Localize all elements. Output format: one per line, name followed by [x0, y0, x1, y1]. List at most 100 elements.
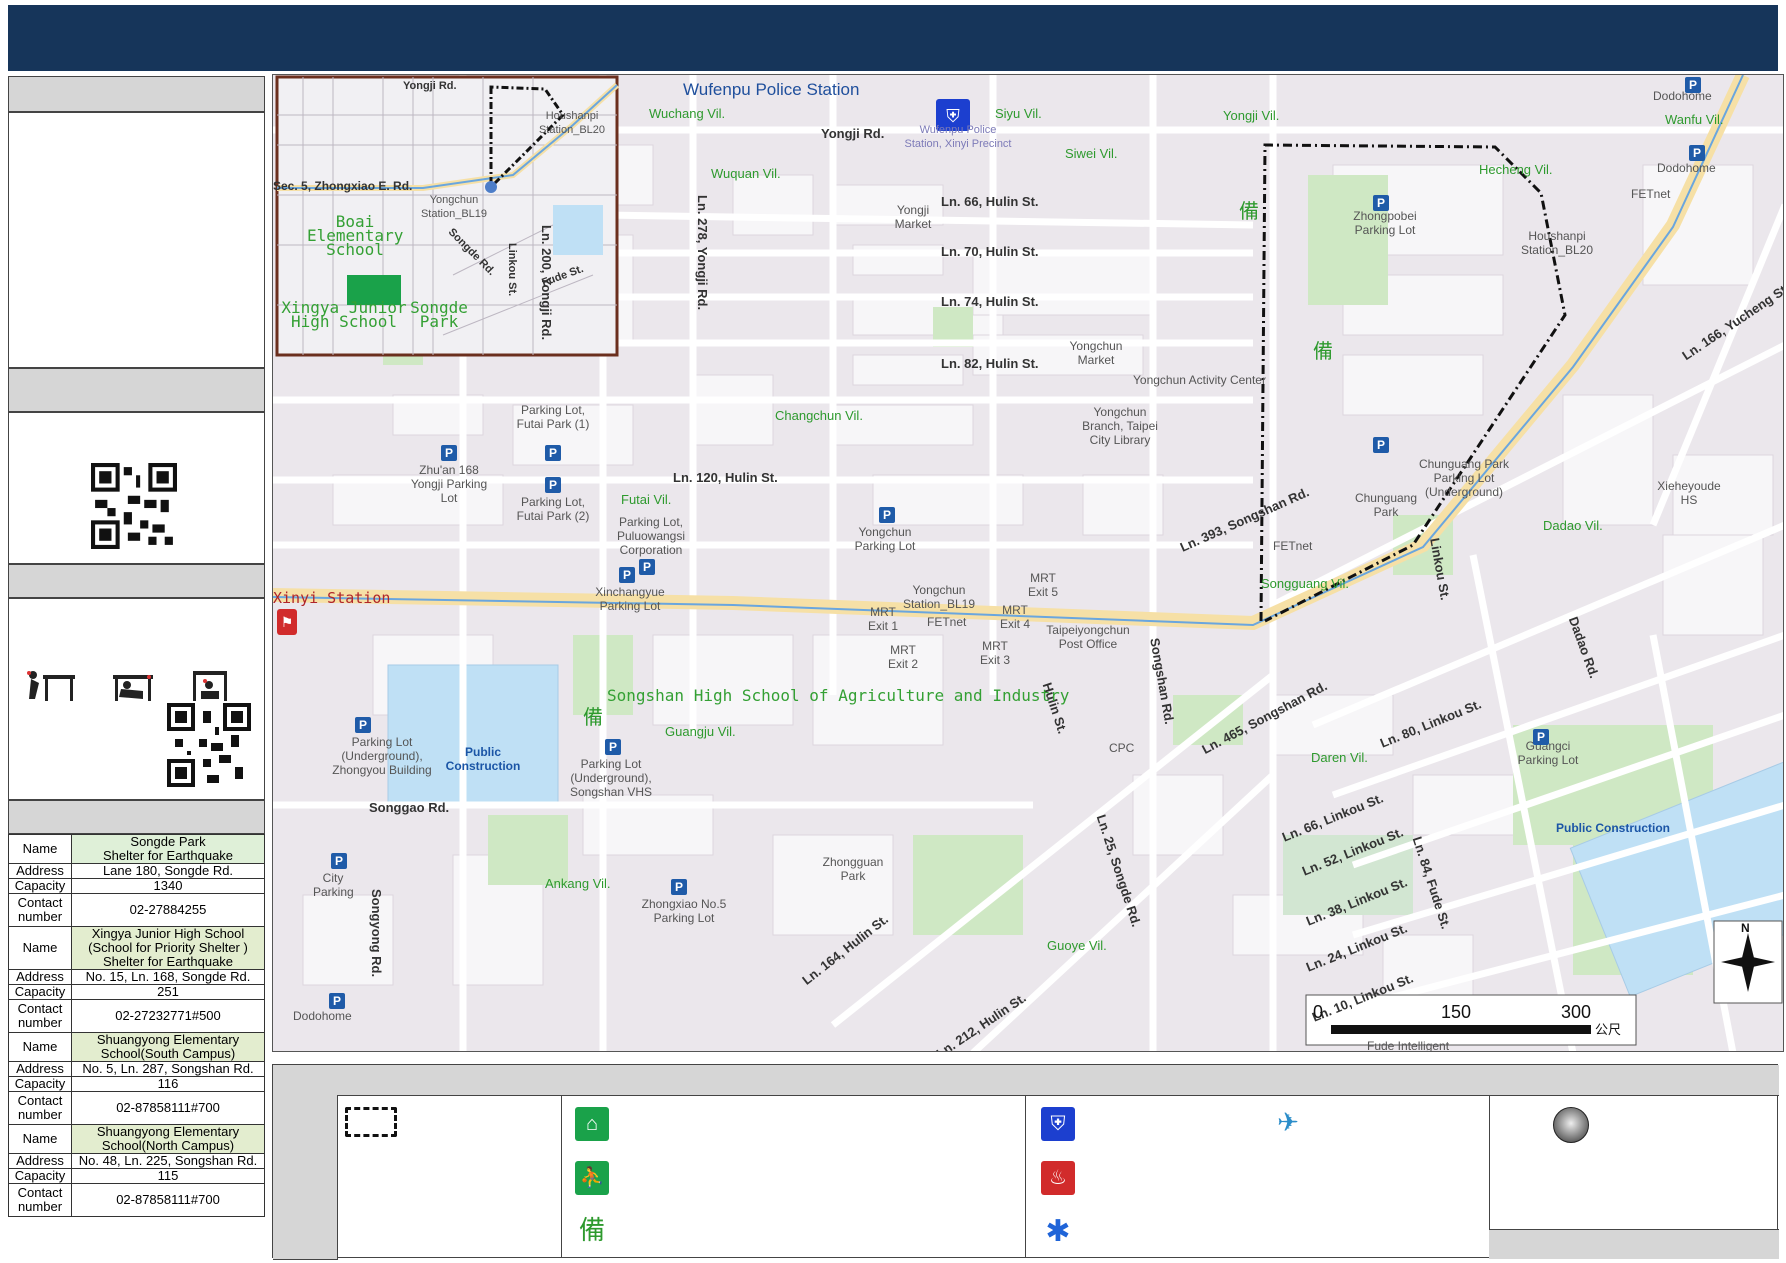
parking-icon[interactable]: P [1685, 77, 1701, 93]
helicopter-legend-icon: ✈ [1271, 1105, 1305, 1139]
panel-header-2 [8, 368, 265, 412]
parking-icon[interactable]: P [1689, 145, 1705, 161]
post-office-label: Taipeiyongchun Post Office [1046, 623, 1130, 651]
shelter-field-value: No. 48, Ln. 225, Songshan Rd. [71, 1153, 265, 1169]
fire-legend-icon: ♨ [1041, 1161, 1075, 1195]
shelter-field-value: No. 15, Ln. 168, Songde Rd. [71, 969, 265, 985]
evacuation-route-symbol [345, 1107, 397, 1137]
inset-songde-label: Songde Park [410, 298, 468, 331]
police-legend-icon: ⛨ [1041, 1107, 1075, 1141]
shelter-row: Capacity 115 [8, 1168, 265, 1184]
earthquake-safety-panel [8, 598, 265, 800]
inset-houshanpi-label: Houshanpi Station_BL20 [538, 110, 606, 136]
shelter-row: Name Shuangyong Elementary School(South C… [8, 1032, 265, 1062]
reserve-icon[interactable]: 備 [583, 708, 603, 728]
shelter-field-label: Contact number [8, 1091, 72, 1125]
inset-road-yongji: Yongji Rd. [403, 80, 457, 92]
shelter-field-label: Name [8, 1124, 72, 1154]
houshanpi-station-label: Houshanpi Station_BL20 [1520, 229, 1594, 257]
parking-icon[interactable]: P [879, 507, 895, 523]
panel-header-3 [8, 564, 265, 598]
police-sub-label: Wufenpu Police Station, Xinyi Precinct [904, 124, 1012, 150]
north-arrow-icon [1747, 933, 1749, 993]
shelter-field-label: Capacity [8, 878, 72, 894]
puluowangsi-label: Parking Lot, Puluowangsi Corporation [616, 515, 686, 557]
legend: ⌂ ⛹ 備 ⛨ ♨ ✱ ✈ [272, 1064, 1779, 1260]
inset-yongchun-label: Yongchun Station_BL19 [420, 194, 488, 220]
legend-head-2 [561, 1065, 1026, 1096]
mrt-exit3-label: MRT Exit 3 [979, 639, 1010, 667]
mrt-exit5-label: MRT Exit 5 [1027, 571, 1058, 599]
yongji-market-label: Yongji Market [894, 203, 932, 231]
zhongguan-park-label: Zhongguan Park [822, 855, 884, 883]
shelter-field-value: 02-27232771#500 [71, 999, 265, 1033]
village-ankang: Ankang Vil. [545, 876, 611, 891]
fetnet-label-3: FETnet [1273, 539, 1313, 553]
parking-icon[interactable]: P [355, 717, 371, 733]
parking-icon[interactable]: P [329, 993, 345, 1009]
shelter-row: Address Lane 180, Songde Rd. [8, 863, 265, 879]
shelter-row: Address No. 15, Ln. 168, Songde Rd. [8, 969, 265, 985]
parking-icon[interactable]: P [1373, 437, 1389, 453]
legend-foot [1489, 1229, 1779, 1259]
parking-icon[interactable]: P [331, 853, 347, 869]
road-ln120-hulin: Ln. 120, Hulin St. [673, 470, 778, 485]
zhongxiao5-lot-label: Zhongxiao No.5 Parking Lot [641, 897, 727, 925]
village-guoye: Guoye Vil. [1047, 938, 1107, 953]
scale-tick-300: 300 [1561, 1002, 1592, 1022]
parking-icon[interactable]: P [1373, 195, 1389, 211]
shelter-icon: ⌂ [575, 1107, 609, 1141]
description-panel [8, 112, 265, 368]
evacuation-park-icon: ⛹ [575, 1161, 609, 1195]
fire-station-icon[interactable]: ⚑ [277, 609, 297, 635]
village-songguang: Songguang Vil. [1261, 576, 1349, 591]
inset-road-linkou: Linkou St. [506, 243, 518, 297]
mrt-exit2-label: MRT Exit 2 [887, 643, 918, 671]
shelter-field-value: 115 [71, 1168, 265, 1184]
fetnet-label-2: FETnet [1631, 187, 1671, 201]
shelter-row: Address No. 5, Ln. 287, Songshan Rd. [8, 1061, 265, 1077]
parking-icon[interactable]: P [545, 477, 561, 493]
reserve-icon[interactable]: 備 [1239, 202, 1259, 222]
shelter-field-label: Address [8, 863, 72, 879]
qr-panel [8, 412, 265, 564]
mrt-exit4-label: MRT Exit 4 [999, 603, 1030, 631]
reserve-icon[interactable]: 備 [1313, 342, 1333, 362]
shelter-field-label: Address [8, 1061, 72, 1077]
legend-side-header [273, 1065, 338, 1260]
shelter-field-label: Contact number [8, 1183, 72, 1217]
parking-icon[interactable]: P [639, 559, 655, 575]
activity-center-label: Yongchun Activity Center [1133, 373, 1266, 387]
parking-icon[interactable]: P [671, 879, 687, 895]
zhuan168-label: Zhu'an 168 Yongji Parking Lot [410, 463, 488, 505]
legend-head-3 [1025, 1065, 1490, 1096]
village-hecheng: Hecheng Vil. [1479, 162, 1553, 177]
legend-head-4 [1489, 1065, 1779, 1096]
school-label: Songshan High School of Agriculture and … [607, 686, 1070, 705]
parking-icon[interactable]: P [619, 567, 635, 583]
shelter-field-value: 1340 [71, 878, 265, 894]
zhongyou-label: Parking Lot (Underground), Zhongyou Buil… [332, 735, 432, 777]
parking-icon[interactable]: P [545, 445, 561, 461]
shelter-row: Address No. 48, Ln. 225, Songshan Rd. [8, 1153, 265, 1169]
inset-xingya-label: Xingya Junior High School [281, 298, 407, 331]
main-map[interactable]: Wufenpu Police Station ⛨ Wufenpu Police … [272, 74, 1784, 1052]
parking-icon[interactable]: P [605, 739, 621, 755]
qr-code-icon-2[interactable] [167, 703, 251, 787]
parking-icon[interactable]: P [441, 445, 457, 461]
road-ln82-hulin: Ln. 82, Hulin St. [941, 356, 1039, 371]
road-songyong: Songyong Rd. [369, 889, 384, 978]
qr-code-icon[interactable] [91, 463, 177, 549]
legend-col-shelters: ⌂ ⛹ 備 [561, 1095, 1026, 1257]
yongchun-lot-label: Yongchun Parking Lot [854, 525, 916, 553]
police-station-label: Wufenpu Police Station [683, 80, 860, 99]
parking-icon[interactable]: P [1533, 729, 1549, 745]
road-songgao: Songgao Rd. [369, 800, 450, 815]
village-futai: Futai Vil. [621, 492, 672, 507]
shelter-field-label: Address [8, 969, 72, 985]
market-label: Yongchun Market [1069, 339, 1123, 367]
assembly-point-icon [1553, 1107, 1589, 1143]
songshan-vhs-label: Parking Lot (Underground), Songshan VHS [569, 757, 653, 799]
dodohome-label-1: Dodohome [1653, 89, 1712, 103]
shelter-field-label: Name [8, 926, 72, 970]
